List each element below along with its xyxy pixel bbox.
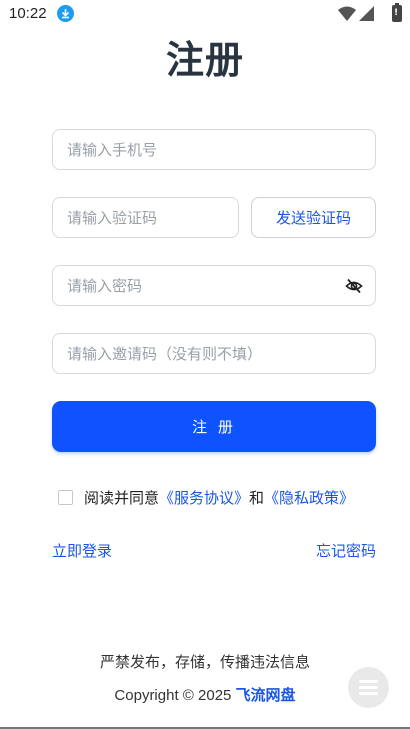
invite-code-field[interactable] bbox=[52, 333, 376, 374]
brand-name: 飞流网盘 bbox=[235, 686, 296, 704]
agreement-prefix: 阅读并同意 bbox=[84, 489, 160, 507]
agreement-conjunction: 和 bbox=[249, 489, 265, 507]
phone-input[interactable] bbox=[67, 130, 347, 169]
agreement-row: 阅读并同意《服务协议》和《隐私政策》 bbox=[58, 485, 398, 509]
privacy-policy-link[interactable]: 《隐私政策》 bbox=[264, 489, 354, 507]
register-button[interactable]: 注 册 bbox=[52, 401, 376, 452]
page-title: 注册 bbox=[165, 38, 244, 82]
send-code-button[interactable]: 发送验证码 bbox=[251, 197, 376, 238]
invite-code-input[interactable] bbox=[67, 334, 347, 373]
menu-icon-bar bbox=[359, 680, 378, 683]
floating-menu-button[interactable] bbox=[348, 667, 389, 708]
menu-icon-bar bbox=[359, 692, 378, 695]
legal-notice: 严禁发布，存储，传播违法信息 bbox=[99, 653, 310, 671]
battery-icon: ! bbox=[392, 3, 402, 22]
eye-off-icon[interactable] bbox=[345, 278, 363, 294]
password-input[interactable] bbox=[67, 266, 347, 305]
status-bar: 10:22 ! bbox=[0, 0, 410, 28]
download-icon bbox=[57, 5, 74, 22]
login-link[interactable]: 立即登录 bbox=[52, 540, 112, 561]
agreement-checkbox[interactable] bbox=[58, 490, 73, 505]
verification-code-input[interactable] bbox=[67, 198, 227, 237]
phone-field[interactable] bbox=[52, 129, 376, 170]
wifi-icon bbox=[338, 6, 356, 21]
signal-icon bbox=[359, 6, 374, 21]
status-time: 10:22 bbox=[9, 5, 47, 22]
copyright-text: Copyright © 2025 bbox=[114, 687, 232, 704]
forgot-password-link[interactable]: 忘记密码 bbox=[316, 540, 376, 561]
agreement-text: 阅读并同意《服务协议》和《隐私政策》 bbox=[84, 487, 354, 508]
password-field[interactable] bbox=[52, 265, 376, 306]
menu-icon-bar bbox=[359, 686, 378, 689]
verification-code-field[interactable] bbox=[52, 197, 239, 238]
service-agreement-link[interactable]: 《服务协议》 bbox=[159, 489, 249, 507]
